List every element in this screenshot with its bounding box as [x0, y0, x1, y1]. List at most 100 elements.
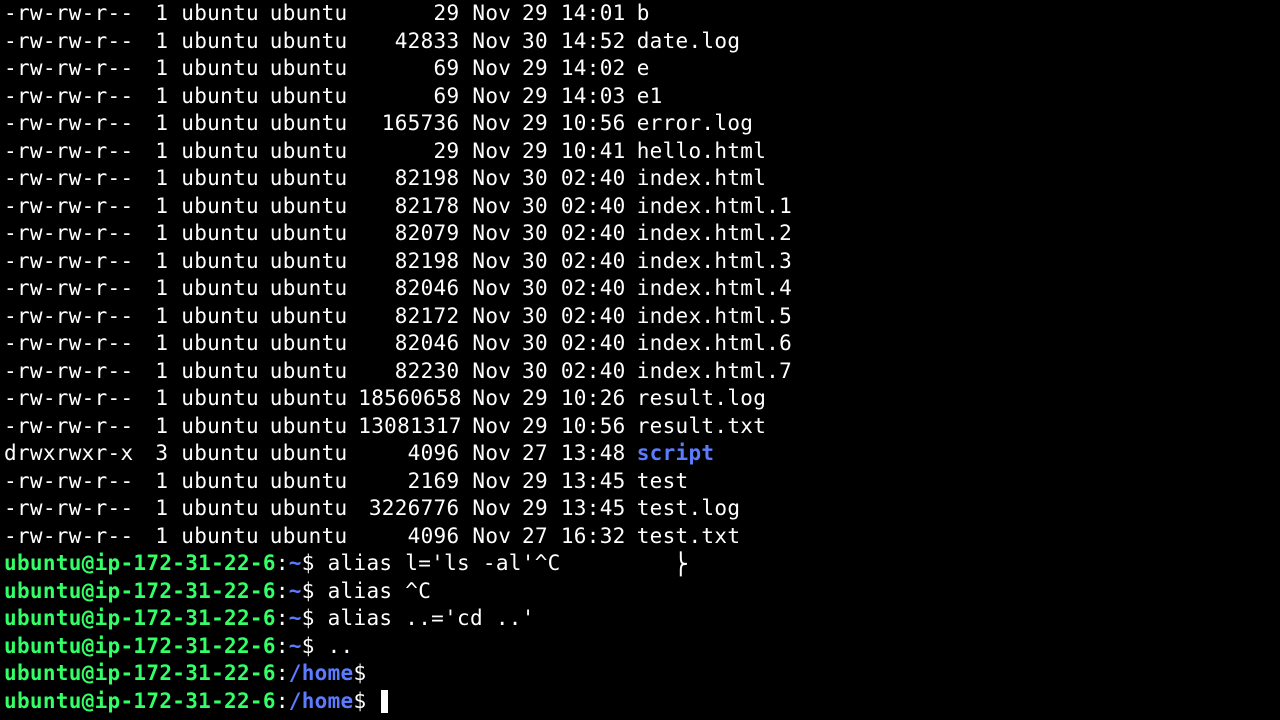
col-size: 4096: [358, 523, 459, 551]
col-month: Nov: [459, 523, 510, 551]
col-size: 18560658: [358, 385, 459, 413]
prompt-separator: :: [276, 634, 289, 658]
col-perm: -rw-rw-r--: [4, 83, 143, 111]
col-perm: -rw-rw-r--: [4, 110, 143, 138]
listing-row: -rw-rw-r--1 ubuntuubuntu42833 Nov30 14:5…: [4, 28, 1276, 56]
col-perm: -rw-rw-r--: [4, 220, 143, 248]
col-size: 13081317: [358, 413, 459, 441]
file-name: index.html: [637, 165, 766, 193]
col-month: Nov: [459, 358, 510, 386]
col-time: 14:52: [548, 28, 624, 56]
col-links: 1: [143, 110, 168, 138]
file-name: hello.html: [637, 138, 766, 166]
col-month: Nov: [459, 0, 510, 28]
col-size: 165736: [358, 110, 459, 138]
col-group: ubuntu: [270, 303, 359, 331]
command-text: ..: [328, 634, 354, 658]
col-month: Nov: [459, 138, 510, 166]
col-size: 69: [358, 83, 459, 111]
col-links: 1: [143, 83, 168, 111]
prompt-path: ~: [289, 606, 302, 630]
listing-row: -rw-rw-r--1 ubuntuubuntu4096 Nov27 16:32…: [4, 523, 1276, 551]
col-owner: ubuntu: [181, 83, 270, 111]
col-month: Nov: [459, 468, 510, 496]
col-owner: ubuntu: [181, 303, 270, 331]
col-group: ubuntu: [270, 165, 359, 193]
col-time: 02:40: [548, 358, 624, 386]
col-group: ubuntu: [270, 28, 359, 56]
col-group: ubuntu: [270, 358, 359, 386]
col-month: Nov: [459, 385, 510, 413]
prompt-userhost: ubuntu@ip-172-31-22-6: [4, 689, 276, 713]
col-group: ubuntu: [270, 220, 359, 248]
col-month: Nov: [459, 83, 510, 111]
col-perm: -rw-rw-r--: [4, 28, 143, 56]
col-month: Nov: [459, 193, 510, 221]
col-perm: -rw-rw-r--: [4, 468, 143, 496]
col-group: ubuntu: [270, 413, 359, 441]
prompt-line: ubuntu@ip-172-31-22-6:~$ alias ^C: [4, 578, 1276, 606]
prompt-separator: :: [276, 689, 289, 713]
prompt-path: ~: [289, 634, 302, 658]
listing-row: -rw-rw-r--1 ubuntuubuntu69 Nov29 14:02 e: [4, 55, 1276, 83]
dir-name: script: [637, 440, 715, 468]
col-day: 29: [510, 55, 548, 83]
col-owner: ubuntu: [181, 138, 270, 166]
col-month: Nov: [459, 440, 510, 468]
prompt-userhost: ubuntu@ip-172-31-22-6: [4, 634, 276, 658]
col-day: 30: [510, 275, 548, 303]
col-owner: ubuntu: [181, 28, 270, 56]
prompt-userhost: ubuntu@ip-172-31-22-6: [4, 579, 276, 603]
col-links: 1: [143, 413, 168, 441]
col-day: 29: [510, 110, 548, 138]
text-cursor-icon: ⎬: [674, 551, 687, 579]
col-month: Nov: [459, 275, 510, 303]
col-time: 16:32: [548, 523, 624, 551]
col-perm: -rw-rw-r--: [4, 55, 143, 83]
col-links: 1: [143, 138, 168, 166]
col-perm: -rw-rw-r--: [4, 330, 143, 358]
col-time: 14:03: [548, 83, 624, 111]
col-month: Nov: [459, 220, 510, 248]
col-time: 02:40: [548, 220, 624, 248]
prompt-userhost: ubuntu@ip-172-31-22-6: [4, 606, 276, 630]
prompt-line: ubuntu@ip-172-31-22-6:~$ alias l='ls -al…: [4, 550, 1276, 578]
col-time: 02:40: [548, 303, 624, 331]
col-group: ubuntu: [270, 138, 359, 166]
col-links: 1: [143, 248, 168, 276]
terminal-output[interactable]: -rw-rw-r--1 ubuntuubuntu29 Nov29 14:01 b…: [0, 0, 1280, 715]
file-name: e: [637, 55, 650, 83]
listing-row: -rw-rw-r--1 ubuntuubuntu82178 Nov30 02:4…: [4, 193, 1276, 221]
file-name: date.log: [637, 28, 741, 56]
file-name: index.html.3: [637, 248, 792, 276]
col-perm: -rw-rw-r--: [4, 165, 143, 193]
col-size: 42833: [358, 28, 459, 56]
col-owner: ubuntu: [181, 248, 270, 276]
listing-row: -rw-rw-r--1 ubuntuubuntu82198 Nov30 02:4…: [4, 165, 1276, 193]
listing-row: -rw-rw-r--1 ubuntuubuntu165736 Nov29 10:…: [4, 110, 1276, 138]
col-size: 82079: [358, 220, 459, 248]
prompt-dollar: $: [302, 551, 328, 575]
col-links: 1: [143, 495, 168, 523]
col-links: 1: [143, 330, 168, 358]
col-links: 1: [143, 523, 168, 551]
col-time: 10:41: [548, 138, 624, 166]
col-time: 10:26: [548, 385, 624, 413]
col-day: 29: [510, 495, 548, 523]
prompt-dollar: $: [353, 661, 379, 685]
col-day: 30: [510, 165, 548, 193]
col-day: 29: [510, 413, 548, 441]
col-day: 30: [510, 220, 548, 248]
prompt-line: ubuntu@ip-172-31-22-6:/home$: [4, 660, 1276, 688]
prompt-line: ubuntu@ip-172-31-22-6:~$ ..: [4, 633, 1276, 661]
col-time: 02:40: [548, 275, 624, 303]
prompt-path: ~: [289, 551, 302, 575]
col-size: 82172: [358, 303, 459, 331]
col-month: Nov: [459, 165, 510, 193]
col-owner: ubuntu: [181, 523, 270, 551]
col-size: 82178: [358, 193, 459, 221]
col-month: Nov: [459, 303, 510, 331]
prompt-dollar: $: [302, 634, 328, 658]
file-name: index.html.7: [637, 358, 792, 386]
listing-row: -rw-rw-r--1 ubuntuubuntu18560658 Nov29 1…: [4, 385, 1276, 413]
